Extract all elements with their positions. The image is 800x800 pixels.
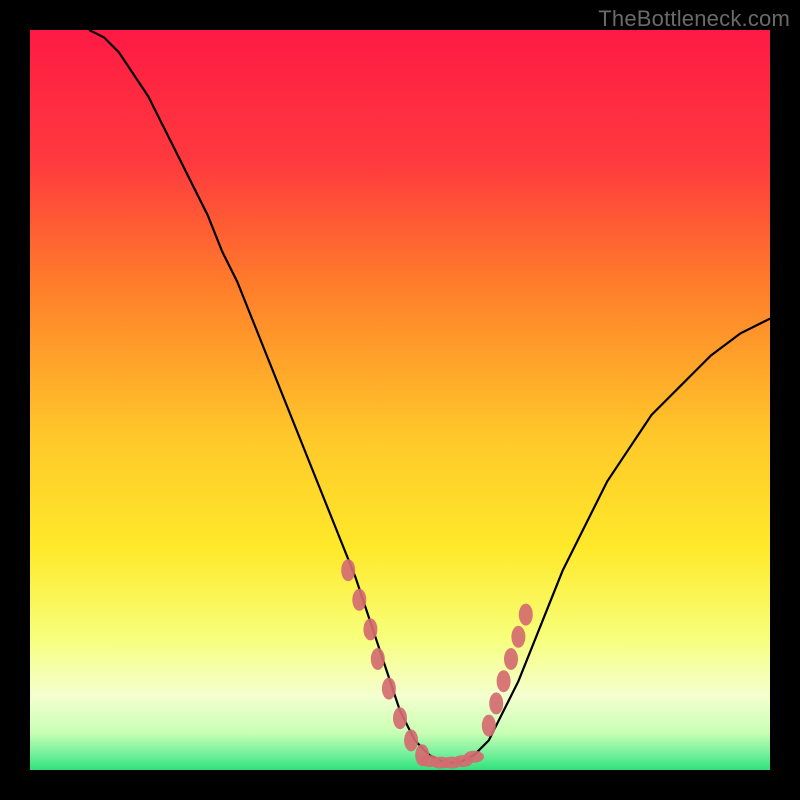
marker-group [341, 559, 533, 768]
curve-marker [404, 729, 418, 751]
curve-marker [371, 648, 385, 670]
curve-marker [519, 604, 533, 626]
curve-marker [511, 626, 525, 648]
chart-frame: TheBottleneck.com [0, 0, 800, 800]
curve-marker [464, 751, 484, 763]
plot-area [30, 30, 770, 770]
bottleneck-curve [89, 30, 770, 763]
curve-marker [393, 707, 407, 729]
curve-marker [489, 692, 503, 714]
curve-marker [341, 559, 355, 581]
curve-marker [382, 678, 396, 700]
curve-marker [352, 589, 366, 611]
curve-marker [504, 648, 518, 670]
curve-marker [497, 670, 511, 692]
curve-marker [363, 618, 377, 640]
watermark-text: TheBottleneck.com [598, 6, 790, 32]
curve-layer [30, 30, 770, 770]
curve-marker [482, 715, 496, 737]
